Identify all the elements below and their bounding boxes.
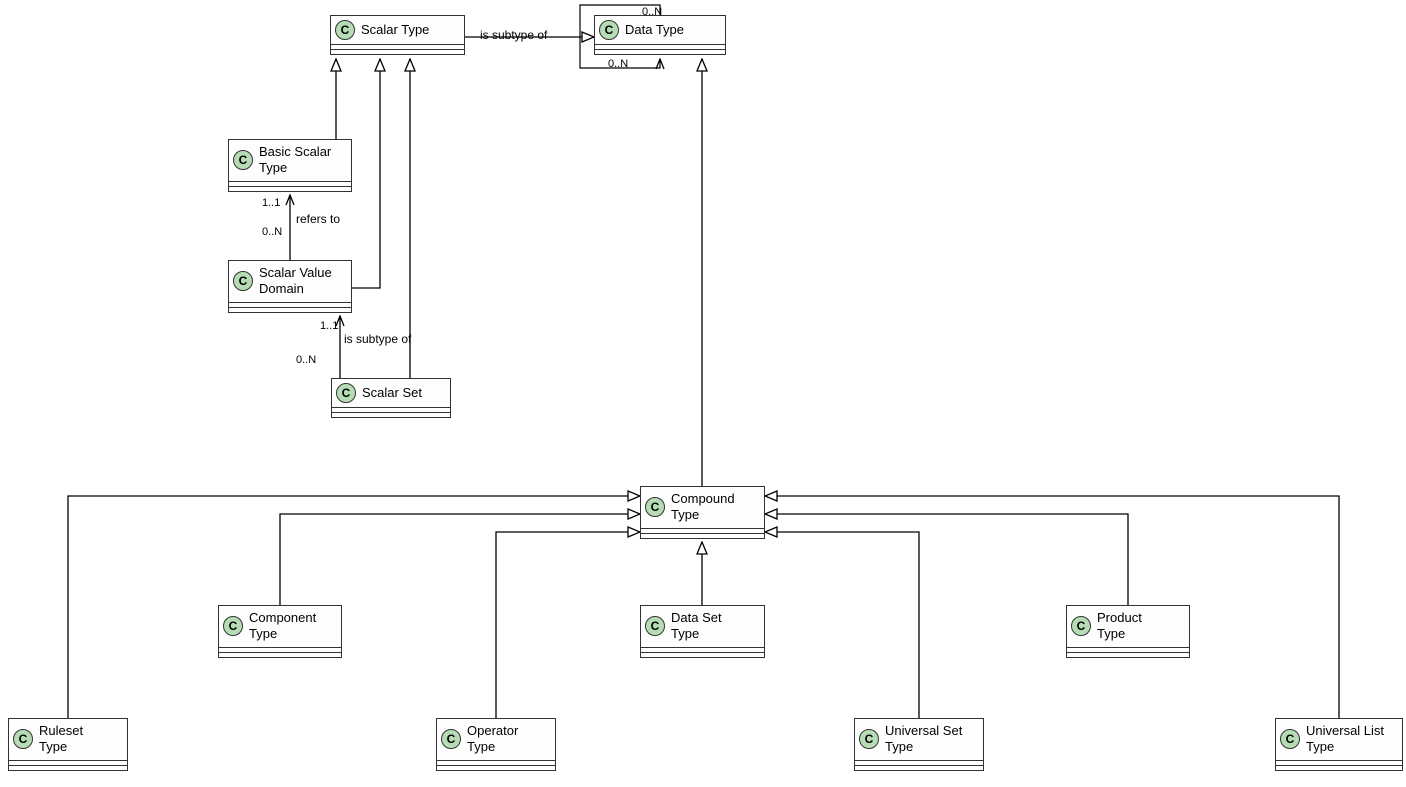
- edge-label: refers to: [296, 212, 340, 226]
- class-icon: C: [441, 729, 461, 749]
- connectors: [0, 0, 1406, 787]
- class-label: Component Type: [249, 610, 316, 643]
- class-data-set-type: C Data Set Type: [640, 605, 765, 658]
- class-label: Data Set Type: [671, 610, 722, 643]
- class-scalar-set: C Scalar Set: [331, 378, 451, 418]
- class-operator-type: C Operator Type: [436, 718, 556, 771]
- class-label: Universal Set Type: [885, 723, 962, 756]
- multiplicity: 0..N: [296, 354, 316, 366]
- edge-label: is subtype of: [480, 28, 547, 42]
- class-component-type: C Component Type: [218, 605, 342, 658]
- class-basic-scalar-type: C Basic Scalar Type: [228, 139, 352, 192]
- class-label: Scalar Value Domain: [259, 265, 332, 298]
- class-universal-list-type: C Universal List Type: [1275, 718, 1403, 771]
- class-scalar-type: C Scalar Type: [330, 15, 465, 55]
- class-data-type: C Data Type: [594, 15, 726, 55]
- class-product-type: C Product Type: [1066, 605, 1190, 658]
- class-label: Product Type: [1097, 610, 1142, 643]
- class-icon: C: [1071, 616, 1091, 636]
- class-label: Basic Scalar Type: [259, 144, 331, 177]
- class-ruleset-type: C Ruleset Type: [8, 718, 128, 771]
- edge-label: is subtype of: [344, 332, 411, 346]
- multiplicity: 0..N: [608, 58, 628, 70]
- class-label: Scalar Type: [361, 22, 429, 38]
- class-label: Compound Type: [671, 491, 735, 524]
- class-icon: C: [599, 20, 619, 40]
- class-icon: C: [645, 616, 665, 636]
- multiplicity: 0..N: [262, 226, 282, 238]
- multiplicity: 1..1: [320, 320, 338, 332]
- multiplicity: 1..1: [262, 197, 280, 209]
- class-label: Operator Type: [467, 723, 518, 756]
- class-compound-type: C Compound Type: [640, 486, 765, 539]
- class-label: Data Type: [625, 22, 684, 38]
- class-icon: C: [335, 20, 355, 40]
- class-icon: C: [1280, 729, 1300, 749]
- class-icon: C: [645, 497, 665, 517]
- class-scalar-value-domain: C Scalar Value Domain: [228, 260, 352, 313]
- class-icon: C: [13, 729, 33, 749]
- class-label: Ruleset Type: [39, 723, 83, 756]
- class-icon: C: [233, 271, 253, 291]
- class-icon: C: [233, 150, 253, 170]
- class-icon: C: [859, 729, 879, 749]
- class-label: Scalar Set: [362, 385, 422, 401]
- multiplicity: 0..N: [642, 6, 662, 18]
- class-icon: C: [223, 616, 243, 636]
- diagram-canvas: C Scalar Type C Data Type C Basic Scalar Ty…: [0, 0, 1406, 787]
- class-universal-set-type: C Universal Set Type: [854, 718, 984, 771]
- class-icon: C: [336, 383, 356, 403]
- class-label: Universal List Type: [1306, 723, 1384, 756]
